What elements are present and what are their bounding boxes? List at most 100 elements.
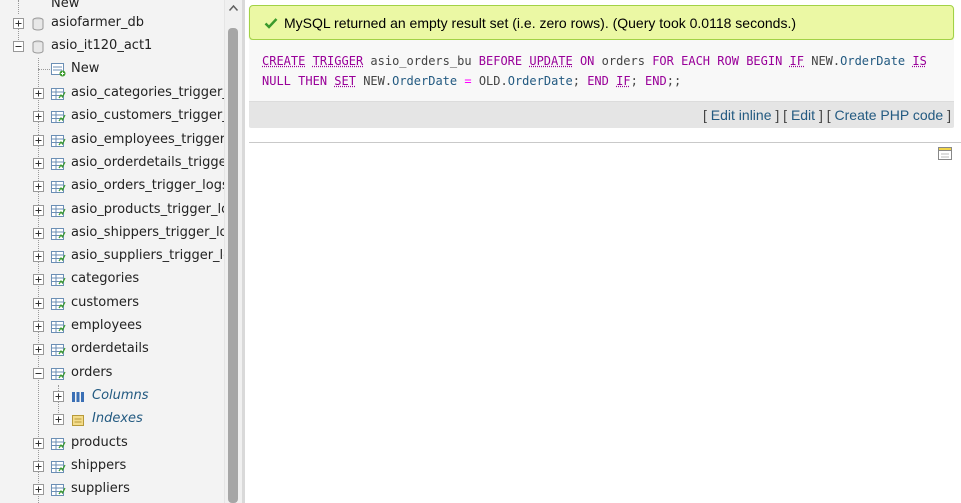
expand-icon[interactable] (33, 460, 44, 472)
sql-keyword-token: BEFORE (478, 54, 523, 68)
tree-item-table[interactable]: asio_employees_trigger_logs (0, 129, 224, 152)
tree-item-label[interactable]: shippers (71, 457, 126, 475)
notepad-icon[interactable] (938, 146, 952, 160)
expand-icon[interactable] (33, 484, 44, 496)
tree-item-table[interactable]: orders (0, 362, 224, 385)
sql-keyword-token: IF (616, 74, 631, 88)
tree-item-label[interactable]: asio_it120_act1 (51, 37, 152, 55)
tree-item-table[interactable]: asio_shippers_trigger_logs (0, 222, 224, 245)
sql-text-token: ; (572, 74, 588, 88)
tree-item-table[interactable]: asio_orders_trigger_logs (0, 175, 224, 198)
tree-item-label[interactable]: categories (71, 270, 139, 288)
tree-item-table[interactable]: asio_suppliers_trigger_logs (0, 245, 224, 268)
tree-item-new-table[interactable]: New (0, 58, 224, 81)
collapse-icon[interactable] (33, 367, 44, 379)
sql-keyword-token: THEN (298, 74, 328, 88)
sql-keyword-token: NULL (262, 74, 291, 88)
tree-item-label[interactable]: asio_employees_trigger_logs (71, 131, 224, 149)
tree-item-table[interactable]: orderdetails (0, 338, 224, 361)
table-icon (51, 484, 66, 497)
tree-item-label[interactable]: asiofarmer_db (51, 14, 144, 32)
edit-link[interactable]: Edit (791, 107, 815, 123)
nav-scrollbar[interactable] (224, 0, 242, 503)
new-icon (51, 63, 66, 77)
tree-item-columns[interactable]: Columns (0, 385, 224, 408)
tree-item-label[interactable]: orders (71, 364, 112, 382)
success-message: MySQL returned an empty result set (i.e.… (284, 15, 796, 31)
sql-keyword-token: TRIGGER (312, 54, 364, 68)
tree-item-label[interactable]: New (71, 60, 99, 78)
tree-item-table[interactable]: asio_orderdetails_trigger_logs (0, 152, 224, 175)
database-icon (32, 17, 44, 31)
columns-icon (72, 391, 84, 402)
table-icon (51, 460, 66, 473)
table-icon (51, 111, 66, 124)
expand-icon[interactable] (33, 134, 44, 146)
tree-item-table[interactable]: customers (0, 292, 224, 315)
tree-item-table[interactable]: shippers (0, 455, 224, 478)
tree-item-table[interactable]: suppliers (0, 478, 224, 501)
sql-text-token: OLD. (471, 74, 508, 88)
tree-item-label[interactable]: asio_categories_trigger_logs (71, 84, 224, 102)
tree-item-table[interactable]: asio_customers_trigger_logs (0, 105, 224, 128)
tree-item-label[interactable]: asio_suppliers_trigger_logs (71, 247, 224, 265)
table-icon (51, 88, 66, 100)
tree-item-database[interactable]: asiofarmer_db (0, 12, 224, 35)
tree-item-table[interactable]: asio_categories_trigger_logs (0, 82, 224, 105)
tree-item-label[interactable]: asio_shippers_trigger_logs (71, 224, 224, 242)
expand-icon[interactable] (33, 437, 44, 449)
tree-item-label[interactable]: asio_orders_trigger_logs (71, 177, 224, 195)
edit-inline-link[interactable]: Edit inline (711, 107, 772, 123)
table-icon (51, 274, 66, 287)
expand-icon[interactable] (33, 111, 44, 123)
tree-item-table[interactable]: categories (0, 268, 224, 291)
sql-text-token: NEW. (355, 74, 393, 88)
sql-keyword-token: UPDATE (529, 54, 573, 68)
collapse-icon[interactable] (13, 41, 24, 52)
expand-icon[interactable] (33, 251, 44, 263)
expand-icon[interactable] (53, 390, 64, 402)
tree-connector (38, 69, 50, 70)
tree-item-table[interactable]: employees (0, 315, 224, 338)
expand-icon[interactable] (53, 414, 64, 426)
tree-item-label[interactable]: customers (71, 294, 139, 312)
sql-keyword-token: = (464, 74, 472, 88)
tree-item-label[interactable]: asio_products_trigger_logs (71, 201, 224, 219)
expand-icon[interactable] (33, 344, 44, 356)
expand-icon[interactable] (33, 227, 44, 239)
expand-icon[interactable] (33, 88, 44, 99)
tree-item-label[interactable]: products (71, 434, 128, 452)
tree-item-indexes[interactable]: Indexes (0, 408, 224, 431)
table-icon (51, 227, 66, 240)
expand-icon[interactable] (33, 297, 44, 309)
navigation-tree: New asiofarmer_db asio_it120_act1 New as… (0, 0, 224, 503)
tree-item-table[interactable]: asio_products_trigger_logs (0, 199, 224, 222)
tree-item-label[interactable]: orderdetails (71, 340, 149, 358)
sql-keyword-token: BEGIN (746, 54, 783, 68)
tree-item-table[interactable]: products (0, 432, 224, 455)
tree-item-label[interactable]: suppliers (71, 480, 130, 498)
scrollbar-thumb[interactable] (228, 28, 238, 503)
expand-icon[interactable] (33, 274, 44, 286)
tree-item-label[interactable]: asio_orderdetails_trigger_logs (71, 154, 224, 172)
expand-icon[interactable] (33, 204, 44, 216)
table-icon (51, 344, 66, 357)
expand-icon[interactable] (33, 321, 44, 332)
tree-item-label[interactable]: Columns (92, 387, 149, 405)
expand-icon[interactable] (33, 181, 44, 193)
tree-item-label[interactable]: Indexes (92, 410, 143, 428)
create-php-code-link[interactable]: Create PHP code (835, 107, 944, 123)
expand-icon[interactable] (33, 157, 44, 169)
tree-item-label[interactable]: asio_customers_trigger_logs (71, 107, 224, 125)
tree-item-label[interactable]: employees (71, 317, 142, 335)
sql-code[interactable]: CREATE TRIGGER asio_orders_bu BEFORE UPD… (249, 40, 954, 102)
scroll-up-icon[interactable] (225, 0, 242, 17)
table-icon (51, 297, 66, 310)
sql-keyword-token: FOR (652, 54, 674, 68)
expand-icon[interactable] (13, 18, 24, 29)
sql-keyword-token: IF (789, 54, 804, 68)
sql-text-token: ; (630, 74, 646, 88)
indexes-icon (72, 415, 84, 427)
table-icon (51, 157, 66, 170)
tree-item-database[interactable]: asio_it120_act1 (0, 35, 224, 58)
